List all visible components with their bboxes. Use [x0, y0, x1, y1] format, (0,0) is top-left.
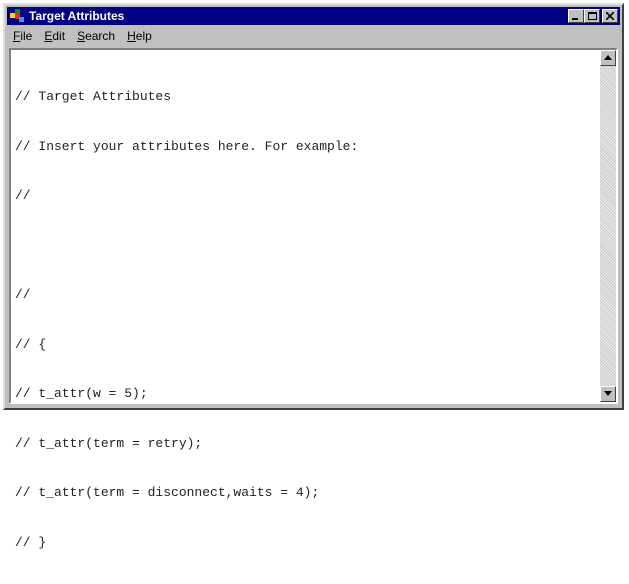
- code-line: // {: [15, 336, 47, 352]
- code-line: // t_attr(term = retry);: [15, 435, 203, 451]
- window-controls: [568, 9, 618, 23]
- arrow-down-icon: [604, 391, 612, 396]
- maximize-icon: [588, 12, 597, 20]
- code-line: // }: [15, 534, 47, 550]
- close-icon: [606, 12, 614, 20]
- close-button[interactable]: [602, 9, 618, 23]
- minimize-icon: [572, 18, 578, 20]
- menu-help-rest: elp: [135, 29, 152, 43]
- scrollbar-track[interactable]: [600, 66, 616, 386]
- vertical-scrollbar[interactable]: [600, 50, 616, 402]
- menu-file-rest: ile: [20, 29, 33, 43]
- arrow-up-icon: [604, 55, 612, 60]
- code-text-area[interactable]: // Target Attributes // Insert your attr…: [15, 56, 594, 584]
- code-line: //: [15, 287, 31, 302]
- menu-file[interactable]: File: [7, 27, 38, 45]
- code-line: // t_attr(term = disconnect,waits = 4);: [15, 485, 320, 500]
- title-bar[interactable]: Target Attributes: [7, 7, 620, 25]
- app-icon[interactable]: [10, 9, 24, 23]
- maximize-button[interactable]: [584, 9, 600, 23]
- code-line: // t_attr(w = 5);: [15, 386, 148, 401]
- code-line: //: [15, 188, 31, 203]
- scroll-up-button[interactable]: [600, 50, 616, 66]
- menu-edit-rest: dit: [52, 29, 66, 43]
- minimize-button[interactable]: [568, 9, 584, 23]
- menu-help[interactable]: Help: [121, 27, 158, 45]
- menu-bar: File Edit Search Help: [7, 27, 620, 45]
- code-editor[interactable]: // Target Attributes // Insert your attr…: [9, 48, 618, 550]
- menu-edit[interactable]: Edit: [38, 27, 71, 45]
- window-title: Target Attributes: [29, 9, 125, 23]
- code-line: // Target Attributes: [15, 89, 172, 104]
- menu-search-rest: earch: [85, 29, 116, 43]
- code-line: // Insert your attributes here. For exam…: [15, 138, 359, 154]
- text-editor-window: Target Attributes File Edit Search Help …: [3, 3, 624, 550]
- menu-search[interactable]: Search: [71, 27, 121, 45]
- scroll-down-button[interactable]: [600, 386, 616, 402]
